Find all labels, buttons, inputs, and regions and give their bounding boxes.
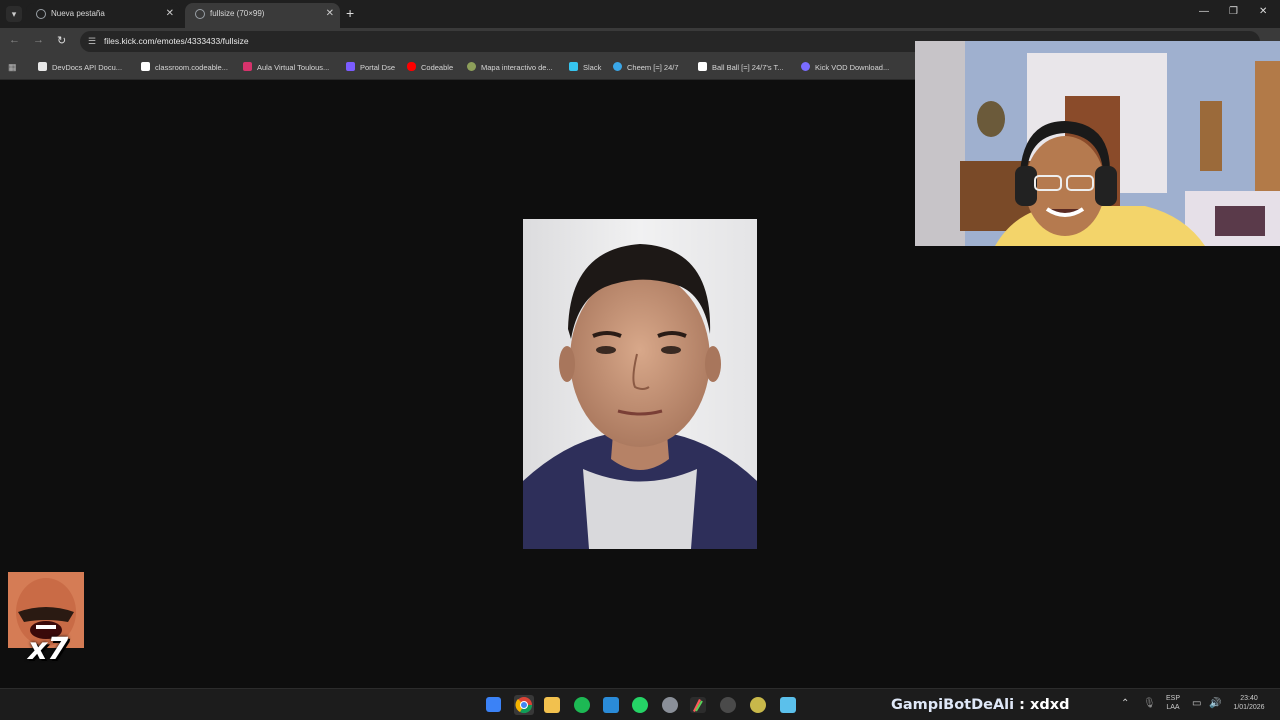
slack-icon — [569, 62, 578, 71]
emote-combo-alert: x7 — [8, 572, 84, 667]
chat-message-overlay: GampiBotDeAli : xdxd — [891, 696, 1070, 714]
spotify-icon[interactable] — [574, 697, 590, 713]
obs-icon[interactable] — [720, 697, 736, 713]
chevron-up-icon[interactable]: ⌃ — [1121, 698, 1129, 709]
bookmark-cheem[interactable]: Cheem [=] 24/7 — [613, 61, 679, 74]
apps-grid-icon[interactable]: ▦ — [8, 62, 18, 72]
windows-start-icon[interactable] — [486, 697, 501, 712]
devdocs-icon — [38, 62, 47, 71]
new-tab-button[interactable]: + — [346, 5, 354, 21]
youtube-icon — [407, 62, 416, 71]
language-code: ESP — [1165, 695, 1180, 702]
file-explorer-icon[interactable] — [544, 697, 560, 713]
close-tab-icon[interactable]: ✕ — [166, 3, 174, 24]
portrait-photo — [523, 219, 757, 549]
chat-text: xdxd — [1030, 697, 1070, 713]
portal-dse-icon — [346, 62, 355, 71]
clock-time: 23:40 — [1240, 695, 1258, 702]
keyboard-layout: LAA — [1166, 704, 1180, 711]
app-icon[interactable] — [750, 697, 766, 713]
microphone-icon[interactable]: 🎙 — [1143, 698, 1156, 709]
close-tab-icon[interactable]: ✕ — [326, 3, 334, 24]
map-icon — [467, 62, 476, 71]
chat-separator: : — [1014, 697, 1031, 713]
bookmark-kick-vod[interactable]: Kick VOD Download... — [801, 61, 889, 74]
bookmark-slack[interactable]: Slack — [569, 61, 601, 74]
clock[interactable]: 23:40 1/01/2026 — [1226, 694, 1272, 712]
bookmark-aula-virtual[interactable]: Aula Virtual Toulous... — [243, 61, 329, 74]
url-text[interactable]: files.kick.com/emotes/4333433/fullsize — [104, 36, 249, 46]
webcam-feed — [915, 41, 1280, 246]
kick-vod-icon — [801, 62, 810, 71]
tab-title: Nueva pestaña — [51, 9, 105, 18]
bookmark-ball-ball[interactable]: Ball Ball [=] 24/7's T... — [698, 61, 784, 74]
reload-icon[interactable]: ↻ — [57, 34, 66, 47]
back-icon[interactable]: ← — [9, 34, 20, 46]
network-icon[interactable]: ▭ — [1192, 698, 1201, 709]
notepad-icon[interactable] — [780, 697, 796, 713]
tab-nueva-pestana[interactable]: Nueva pestaña ✕ — [26, 3, 180, 28]
tab-fullsize[interactable]: fullsize (70×99) ✕ — [185, 3, 340, 28]
language-indicator[interactable]: ESP LAA — [1162, 694, 1184, 712]
whatsapp-icon[interactable] — [632, 697, 648, 713]
store-icon[interactable] — [603, 697, 619, 713]
tab-bar: ▾ Nueva pestaña ✕ fullsize (70×99) ✕ + —… — [0, 0, 1280, 28]
bookmark-portal-dse[interactable]: Portal Dse — [346, 61, 395, 74]
bookmark-mapa[interactable]: Mapa interactivo de... — [467, 61, 553, 74]
globe-icon — [195, 8, 205, 19]
fullsize-image — [523, 219, 757, 549]
bookmark-devdocs[interactable]: DevDocs API Docu... — [38, 61, 122, 74]
steam-icon — [613, 62, 622, 71]
chrome-taskbar-button[interactable] — [514, 695, 534, 715]
ball-ball-icon — [698, 62, 707, 71]
site-info-icon[interactable]: ☰ — [88, 36, 99, 46]
clock-date: 1/01/2026 — [1233, 704, 1265, 711]
forward-icon[interactable]: → — [33, 34, 44, 46]
pen-tool-icon[interactable] — [690, 697, 706, 713]
tab-search-button[interactable]: ▾ — [6, 6, 22, 22]
classroom-icon — [141, 62, 150, 71]
webcam-overlay — [915, 41, 1280, 246]
aula-virtual-icon — [243, 62, 252, 71]
close-window-icon[interactable]: ✕ — [1259, 6, 1267, 17]
settings-icon[interactable] — [662, 697, 678, 713]
emote-count: x7 — [28, 632, 69, 667]
restore-icon[interactable]: ❐ — [1229, 6, 1238, 17]
bookmark-codeable[interactable]: Codeable — [407, 61, 453, 74]
chat-username: GampiBotDeAli — [891, 697, 1015, 713]
chrome-icon — [36, 8, 46, 19]
tab-title: fullsize (70×99) — [210, 9, 265, 18]
minimize-icon[interactable]: — — [1199, 6, 1209, 17]
volume-icon[interactable]: 🔊 — [1209, 698, 1221, 709]
bookmark-classroom[interactable]: classroom.codeable... — [141, 61, 228, 74]
